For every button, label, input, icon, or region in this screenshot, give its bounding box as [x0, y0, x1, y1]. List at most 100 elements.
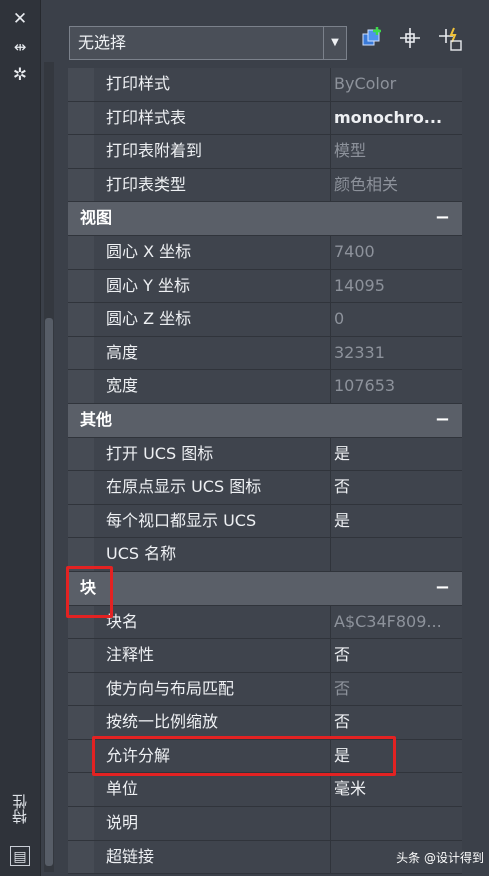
- property-name: 块名: [106, 611, 139, 631]
- property-row[interactable]: UCS 名称: [68, 538, 462, 572]
- row-gutter: [68, 168, 94, 202]
- row-gutter: [68, 336, 94, 370]
- property-name: 注释性: [106, 645, 155, 665]
- property-value: 模型: [334, 141, 367, 161]
- row-gutter: [68, 840, 94, 874]
- property-row[interactable]: 打开 UCS 图标 是: [68, 437, 462, 472]
- property-value: 14095: [334, 275, 385, 295]
- property-value: 0: [334, 309, 345, 329]
- property-row[interactable]: 宽度 107653: [68, 370, 462, 404]
- close-icon[interactable]: ✕: [9, 8, 31, 30]
- property-row[interactable]: 打印表类型 颜色相关: [68, 168, 462, 203]
- property-name: 按统一比例缩放: [106, 712, 219, 732]
- row-gutter: [68, 269, 94, 303]
- property-name: 打印表类型: [106, 174, 187, 194]
- property-name: 打印样式表: [106, 107, 187, 127]
- row-gutter: [68, 807, 94, 840]
- property-row[interactable]: 高度 32331: [68, 336, 462, 371]
- property-value[interactable]: 否: [334, 471, 460, 504]
- property-name: 单位: [106, 779, 139, 799]
- row-gutter: [68, 504, 94, 538]
- row-gutter: [68, 739, 94, 773]
- property-row[interactable]: 每个视口都显示 UCS 是: [68, 504, 462, 539]
- property-value: 107653: [334, 376, 396, 396]
- property-value[interactable]: 毫米: [334, 773, 460, 806]
- quick-select-button[interactable]: [434, 26, 466, 58]
- property-value[interactable]: [334, 538, 460, 571]
- collapse-icon[interactable]: −: [435, 404, 450, 437]
- property-name: 说明: [106, 813, 139, 833]
- property-value: monochro...: [334, 107, 443, 127]
- properties-palette: ✕ ⇹ ✲ 特性 ▤ 无选择 ▼ 打印样式 ByColor 打印样式表 mono…: [0, 0, 489, 876]
- palette-title-strip: ✕ ⇹ ✲ 特性 ▤: [0, 0, 41, 876]
- row-gutter: [68, 437, 94, 471]
- property-name: 圆心 Y 坐标: [106, 275, 190, 295]
- property-name: 使方向与布局匹配: [106, 678, 235, 698]
- property-value[interactable]: [334, 807, 460, 840]
- property-row[interactable]: 圆心 X 坐标 7400: [68, 235, 462, 270]
- property-value: A$C34F809...: [334, 611, 442, 631]
- selection-dropdown-value: 无选择: [78, 33, 127, 52]
- property-row[interactable]: 说明: [68, 807, 462, 841]
- property-value[interactable]: 是: [334, 505, 460, 538]
- property-name: UCS 名称: [106, 544, 177, 564]
- row-gutter: [68, 235, 94, 269]
- selection-dropdown[interactable]: 无选择 ▼: [69, 26, 347, 60]
- property-name: 打印表附着到: [106, 141, 203, 161]
- property-name: 打开 UCS 图标: [106, 443, 214, 463]
- scrollbar-thumb[interactable]: [45, 318, 53, 866]
- property-name: 超链接: [106, 846, 155, 866]
- row-gutter: [68, 471, 94, 504]
- palette-title: 特性: [11, 794, 29, 824]
- watermark-text: 头条 @设计得到: [396, 851, 484, 865]
- pin-icon[interactable]: ⇹: [9, 36, 31, 58]
- section-header-misc[interactable]: 其他 −: [68, 403, 462, 438]
- property-name: 宽度: [106, 376, 139, 396]
- selection-toolbar: 无选择 ▼: [56, 20, 476, 68]
- property-name: 打印样式: [106, 74, 171, 93]
- property-value: 颜色相关: [334, 174, 399, 194]
- row-gutter: [68, 370, 94, 403]
- property-row[interactable]: 圆心 Z 坐标 0: [68, 303, 462, 337]
- section-title: 其他: [80, 409, 113, 429]
- property-row[interactable]: 块名 A$C34F809...: [68, 605, 462, 640]
- property-row[interactable]: 打印样式 ByColor: [68, 68, 462, 102]
- property-value: ByColor: [334, 74, 397, 93]
- watermark: 头条 @设计得到: [384, 848, 484, 868]
- property-value[interactable]: 否: [334, 706, 460, 739]
- select-objects-icon: [400, 28, 420, 48]
- property-name: 每个视口都显示 UCS: [106, 510, 257, 530]
- property-row[interactable]: 注释性 否: [68, 639, 462, 673]
- property-row[interactable]: 单位 毫米: [68, 773, 462, 808]
- section-header-block[interactable]: 块 −: [68, 571, 462, 606]
- property-name: 圆心 X 坐标: [106, 241, 192, 261]
- property-value[interactable]: 否: [334, 639, 460, 672]
- property-row[interactable]: 打印样式表 monochro...: [68, 101, 462, 136]
- property-name: 在原点显示 UCS 图标: [106, 477, 262, 497]
- row-gutter: [68, 773, 94, 807]
- section-header-view[interactable]: 视图 −: [68, 202, 462, 236]
- section-title: 视图: [80, 208, 113, 228]
- property-value[interactable]: 是: [334, 438, 460, 471]
- settings-icon[interactable]: ✲: [9, 64, 31, 86]
- property-value: 32331: [334, 342, 385, 362]
- property-row[interactable]: 打印表附着到 模型: [68, 135, 462, 169]
- property-value: 否: [334, 678, 351, 698]
- property-row[interactable]: 在原点显示 UCS 图标 否: [68, 471, 462, 505]
- property-row[interactable]: 使方向与布局匹配 否: [68, 672, 462, 707]
- add-to-selection-button[interactable]: [356, 26, 388, 58]
- property-row[interactable]: 按统一比例缩放 否: [68, 706, 462, 740]
- select-objects-button[interactable]: [394, 26, 426, 58]
- row-gutter: [68, 68, 94, 101]
- add-to-selection-icon: [362, 27, 381, 46]
- property-value: 7400: [334, 241, 375, 261]
- chevron-down-icon[interactable]: ▼: [323, 27, 346, 59]
- row-gutter: [68, 706, 94, 739]
- property-row[interactable]: 圆心 Y 坐标 14095: [68, 269, 462, 304]
- row-gutter: [68, 303, 94, 336]
- quick-select-icon: [439, 27, 462, 51]
- palette-menu-icon[interactable]: ▤: [10, 846, 30, 866]
- collapse-icon[interactable]: −: [435, 572, 450, 605]
- collapse-icon[interactable]: −: [435, 202, 450, 235]
- row-gutter: [68, 101, 94, 135]
